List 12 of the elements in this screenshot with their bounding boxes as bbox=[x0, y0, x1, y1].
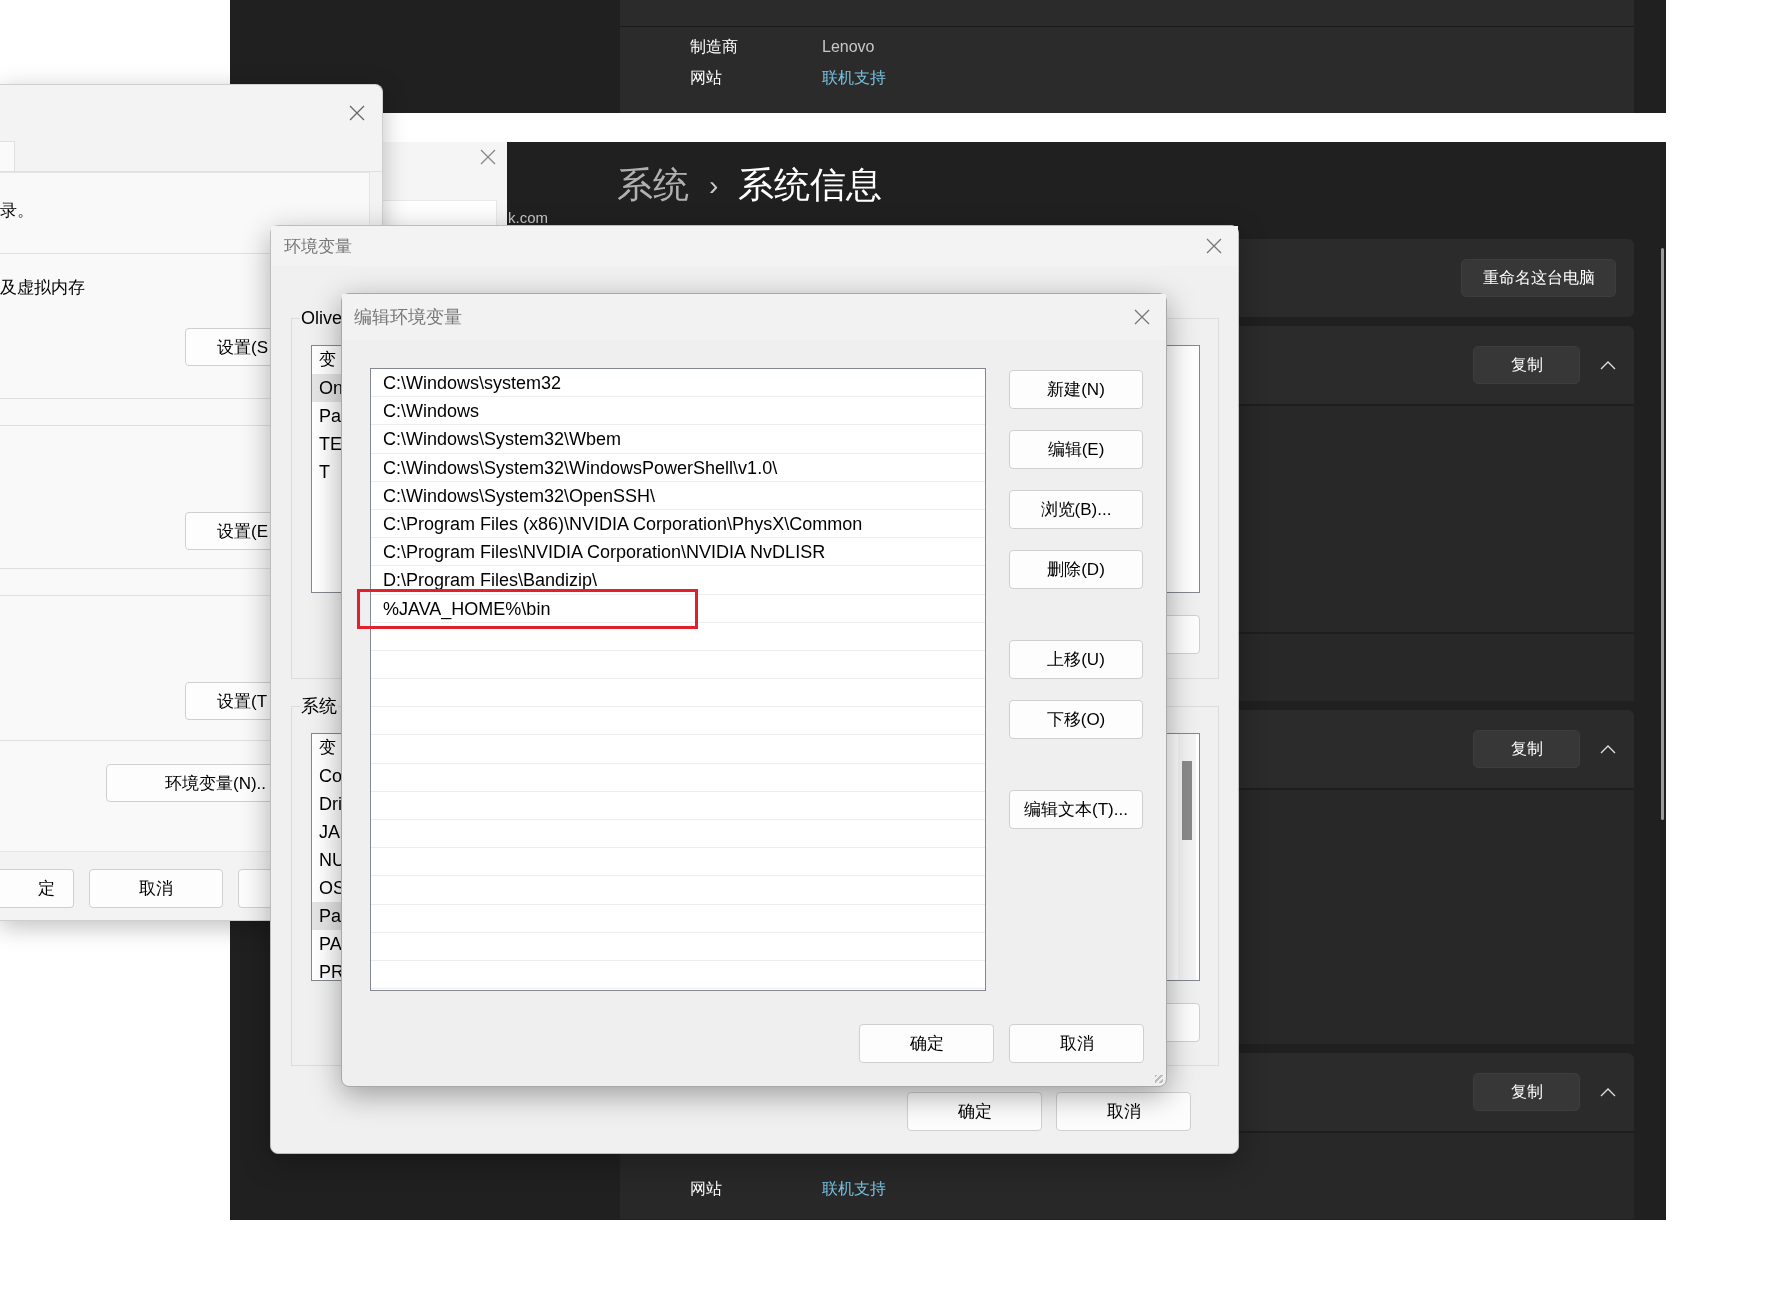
url-fragment: k.com bbox=[508, 209, 548, 226]
description-text: 录。 bbox=[0, 200, 35, 222]
group-label: 系统 bbox=[300, 694, 338, 718]
field-label: 网站 bbox=[690, 68, 723, 88]
field-value: Lenovo bbox=[822, 37, 875, 57]
breadcrumb-separator: › bbox=[709, 169, 719, 202]
field-label: 网站 bbox=[690, 1179, 723, 1199]
window-title: 编辑环境变量 bbox=[354, 306, 462, 329]
section-heading: 及虚拟内存 bbox=[0, 277, 86, 299]
field-label: 制造商 bbox=[690, 37, 739, 57]
breadcrumb-item: 系统信息 bbox=[738, 163, 883, 207]
window-title: 环境变量 bbox=[284, 235, 352, 258]
